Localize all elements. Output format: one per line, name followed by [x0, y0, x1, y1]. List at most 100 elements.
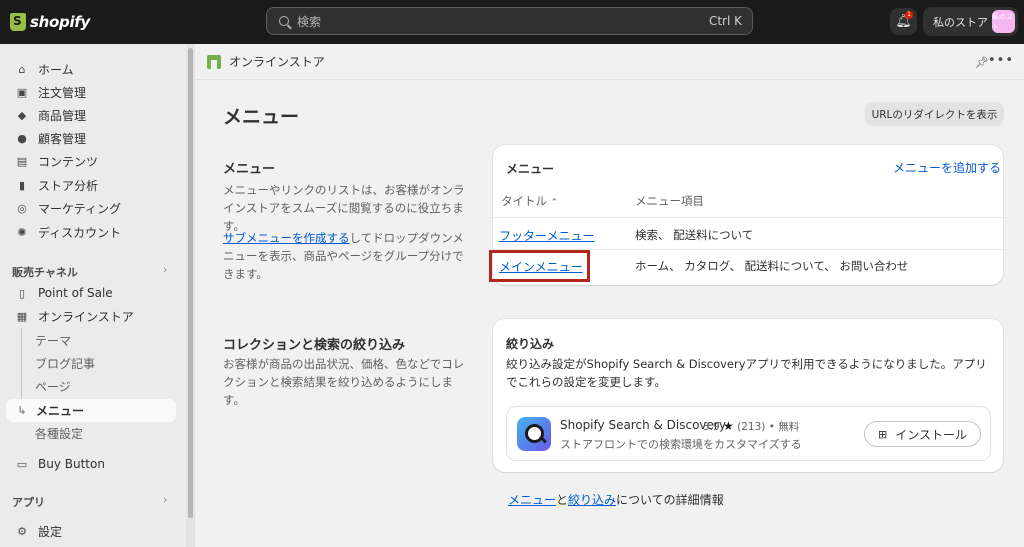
- sidebar-subitem-navigation[interactable]: ↳ メニュー: [6, 399, 176, 422]
- filter-section-title: コレクションと検索の絞り込み: [223, 338, 406, 353]
- app-rating: 3.9 ★ (213) • 無料: [703, 419, 799, 434]
- chevron-right-icon[interactable]: ›: [163, 493, 167, 506]
- sidebar-scrollbar[interactable]: [186, 44, 195, 547]
- online-store-icon: [207, 54, 221, 69]
- avatar: 私のスト: [992, 10, 1015, 33]
- filters-card-text: 絞り込み設定がShopify Search & Discoveryアプリで利用で…: [506, 357, 987, 389]
- sidebar-item-customers[interactable]: ● 顧客管理: [6, 127, 176, 149]
- search-shortcut: Ctrl K: [708, 14, 742, 28]
- star-icon: ★: [723, 419, 734, 433]
- tree-branch-icon: ↳: [17, 404, 27, 417]
- search-placeholder: 検索: [297, 14, 322, 29]
- app-listing[interactable]: Shopify Search & Discovery 3.9 ★ (213) •…: [506, 406, 991, 461]
- sidebar-item-marketing[interactable]: ◎ マーケティング: [6, 197, 176, 219]
- app-name: Shopify Search & Discovery: [560, 418, 726, 432]
- sidebar-item-analytics[interactable]: ▮ ストア分析: [6, 174, 176, 196]
- app-description: ストアフロントでの検索環境をカスタマイズする: [560, 438, 802, 451]
- sidebar-subitem-blog-posts[interactable]: ブログ記事: [35, 352, 95, 374]
- sidebar-item-label: メニュー: [36, 404, 85, 418]
- sidebar-item-discounts[interactable]: ✺ ディスカウント: [6, 221, 176, 243]
- sidebar-item-label: ストア分析: [38, 178, 99, 193]
- target-icon: ◎: [17, 201, 27, 215]
- sidebar-item-content[interactable]: ▤ コンテンツ: [6, 150, 176, 172]
- sidebar-item-label: Buy Button: [38, 457, 105, 471]
- annotation-highlight-box: [489, 250, 590, 282]
- menus-help-link[interactable]: メニュー: [508, 493, 556, 507]
- inbox-icon: ▣: [16, 85, 28, 99]
- add-menu-link[interactable]: メニューを追加する: [893, 159, 1001, 176]
- pin-icon[interactable]: 📌︎: [975, 56, 989, 69]
- column-header-menu-items: メニュー項目: [635, 194, 704, 208]
- menus-card-title: メニュー: [506, 162, 555, 176]
- sidebar-subitem-themes[interactable]: テーマ: [35, 329, 71, 351]
- breadcrumb: オンラインストア 📌︎ •••: [195, 44, 1024, 80]
- sidebar-item-label: 商品管理: [38, 108, 87, 123]
- search-discovery-app-icon: [517, 417, 551, 451]
- app-reviews: (213) • 無料: [737, 421, 800, 433]
- brand-name: shopify: [30, 13, 90, 31]
- apps-heading[interactable]: アプリ: [12, 494, 45, 510]
- sidebar-item-label: Point of Sale: [38, 286, 113, 300]
- chevron-right-icon[interactable]: ›: [163, 263, 167, 276]
- column-title-label: タイトル: [501, 194, 547, 208]
- sidebar-item-label: ディスカウント: [38, 225, 122, 240]
- discount-icon: ✺: [17, 225, 27, 239]
- filters-help-link[interactable]: 絞り込み: [568, 493, 616, 507]
- app-rating-value: 3.9: [703, 421, 720, 433]
- footer-suffix: についての詳細情報: [616, 493, 724, 507]
- shopify-logo[interactable]: shopify: [10, 13, 90, 31]
- sidebar-item-label: 顧客管理: [38, 131, 87, 146]
- pos-icon: ▯: [18, 286, 26, 300]
- sidebar-item-label: マーケティング: [38, 201, 122, 216]
- store-icon: ▦: [16, 309, 28, 323]
- install-label: インストール: [895, 427, 967, 442]
- notification-badge: 1: [905, 11, 913, 19]
- top-bar: shopify 検索 Ctrl K 🔔︎ 1 私のストア 私のスト: [0, 0, 1024, 44]
- sidebar-subitem-preferences[interactable]: 各種設定: [35, 422, 83, 444]
- breadcrumb-label[interactable]: オンラインストア: [229, 53, 325, 70]
- store-menu-button[interactable]: 私のストア 私のスト: [923, 7, 1018, 36]
- sidebar-item-products[interactable]: ◆ 商品管理: [6, 104, 176, 126]
- sidebar-item-label: ホーム: [38, 62, 74, 77]
- sidebar-item-label: オンラインストア: [38, 309, 134, 324]
- gear-icon: ⚙: [17, 524, 27, 538]
- home-icon: ⌂: [18, 62, 26, 76]
- notifications-button[interactable]: 🔔︎ 1: [890, 8, 917, 35]
- menu-row-title-link[interactable]: フッターメニュー: [499, 227, 595, 244]
- view-url-redirects-button[interactable]: URLのリダイレクトを表示: [865, 102, 1004, 126]
- sidebar-item-orders[interactable]: ▣ 注文管理: [6, 81, 176, 103]
- content-icon: ▤: [16, 154, 28, 168]
- sidebar-item-home[interactable]: ⌂ ホーム: [6, 58, 176, 80]
- scrollbar-thumb[interactable]: [188, 48, 193, 518]
- search-input[interactable]: 検索 Ctrl K: [266, 7, 753, 35]
- more-actions-icon[interactable]: •••: [988, 53, 1014, 68]
- person-icon: ●: [17, 131, 27, 145]
- learn-more-text: メニューと絞り込みについての詳細情報: [508, 491, 724, 508]
- filters-card-title: 絞り込み: [506, 337, 555, 351]
- filter-section-description: お客様が商品の出品状況、価格、色などでコレクションと検索結果を絞り込めるようにし…: [223, 357, 465, 407]
- sidebar-item-label: 設定: [38, 524, 63, 539]
- sidebar-item-label: 注文管理: [38, 85, 87, 100]
- menu-section-title: メニュー: [223, 162, 276, 177]
- tag-icon: ◆: [17, 108, 27, 122]
- menu-section-description: メニューやリンクのリストは、お客様がオンラインストアをスムーズに閲覧するのに役立…: [223, 183, 465, 233]
- submenu-help: サブメニューを作成するしてドロップダウンメニューを表示、商品やページをグループ分…: [223, 229, 468, 283]
- divider: [493, 217, 1003, 218]
- sort-icon: ⌃: [550, 198, 559, 208]
- menu-row-items: 検索、 配送料について: [635, 228, 754, 242]
- footer-and: と: [556, 493, 569, 507]
- column-header-title[interactable]: タイトル ⌃: [501, 193, 558, 209]
- sidebar-item-label: コンテンツ: [38, 154, 99, 169]
- sidebar-item-point-of-sale[interactable]: ▯ Point of Sale: [6, 282, 176, 304]
- sidebar-subitem-pages[interactable]: ページ: [35, 375, 71, 397]
- search-icon: [279, 16, 289, 26]
- sidebar-item-buy-button[interactable]: ▭ Buy Button: [6, 453, 176, 475]
- sales-channels-heading[interactable]: 販売チャネル: [12, 264, 78, 280]
- page-title: メニュー: [223, 106, 300, 128]
- tree-line: [21, 328, 22, 410]
- create-submenu-link[interactable]: サブメニューを作成する: [223, 231, 350, 245]
- install-button[interactable]: ⊞ インストール: [864, 421, 981, 447]
- apps-icon: ⊞: [878, 427, 888, 441]
- sidebar-item-settings[interactable]: ⚙ 設定: [6, 520, 176, 542]
- sidebar-item-online-store[interactable]: ▦ オンラインストア: [6, 305, 176, 327]
